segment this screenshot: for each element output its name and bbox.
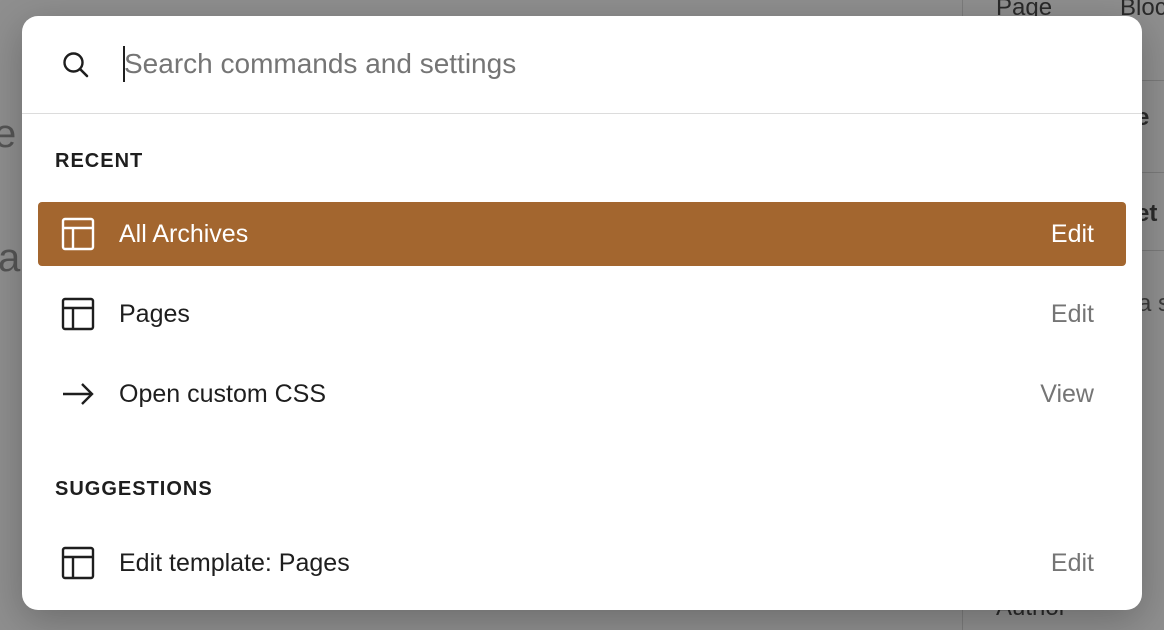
- command-item-label: Open custom CSS: [119, 380, 327, 408]
- command-item-all-archives[interactable]: All Archives Edit: [38, 202, 1126, 266]
- section-heading-suggestions: SUGGESTIONS: [55, 478, 213, 500]
- command-item-label: Pages: [119, 300, 190, 328]
- background-text: e: [0, 112, 17, 156]
- arrow-right-icon: [60, 376, 96, 412]
- search-row: [22, 16, 1142, 114]
- command-item-edit-template-pages[interactable]: Edit template: Pages Edit: [38, 531, 1126, 595]
- section-heading-recent: RECENT: [55, 150, 144, 172]
- text-caret: [123, 46, 125, 82]
- command-item-open-custom-css[interactable]: Open custom CSS View: [38, 362, 1126, 426]
- command-palette: RECENT All Archives Edit Pages Edit: [22, 16, 1142, 610]
- command-item-label: Edit template: Pages: [119, 549, 350, 577]
- command-item-action: Edit: [1050, 549, 1094, 577]
- layout-icon: [60, 296, 96, 332]
- search-icon: [60, 49, 92, 81]
- command-item-label: All Archives: [119, 220, 249, 248]
- background-text: a: [0, 236, 21, 280]
- command-item-pages[interactable]: Pages Edit: [38, 282, 1126, 346]
- layout-icon: [60, 216, 96, 252]
- layout-icon: [60, 545, 96, 581]
- command-item-action: View: [1040, 380, 1094, 408]
- search-input[interactable]: [122, 40, 1084, 88]
- command-item-action: Edit: [1050, 300, 1094, 328]
- command-item-action: Edit: [1050, 220, 1094, 248]
